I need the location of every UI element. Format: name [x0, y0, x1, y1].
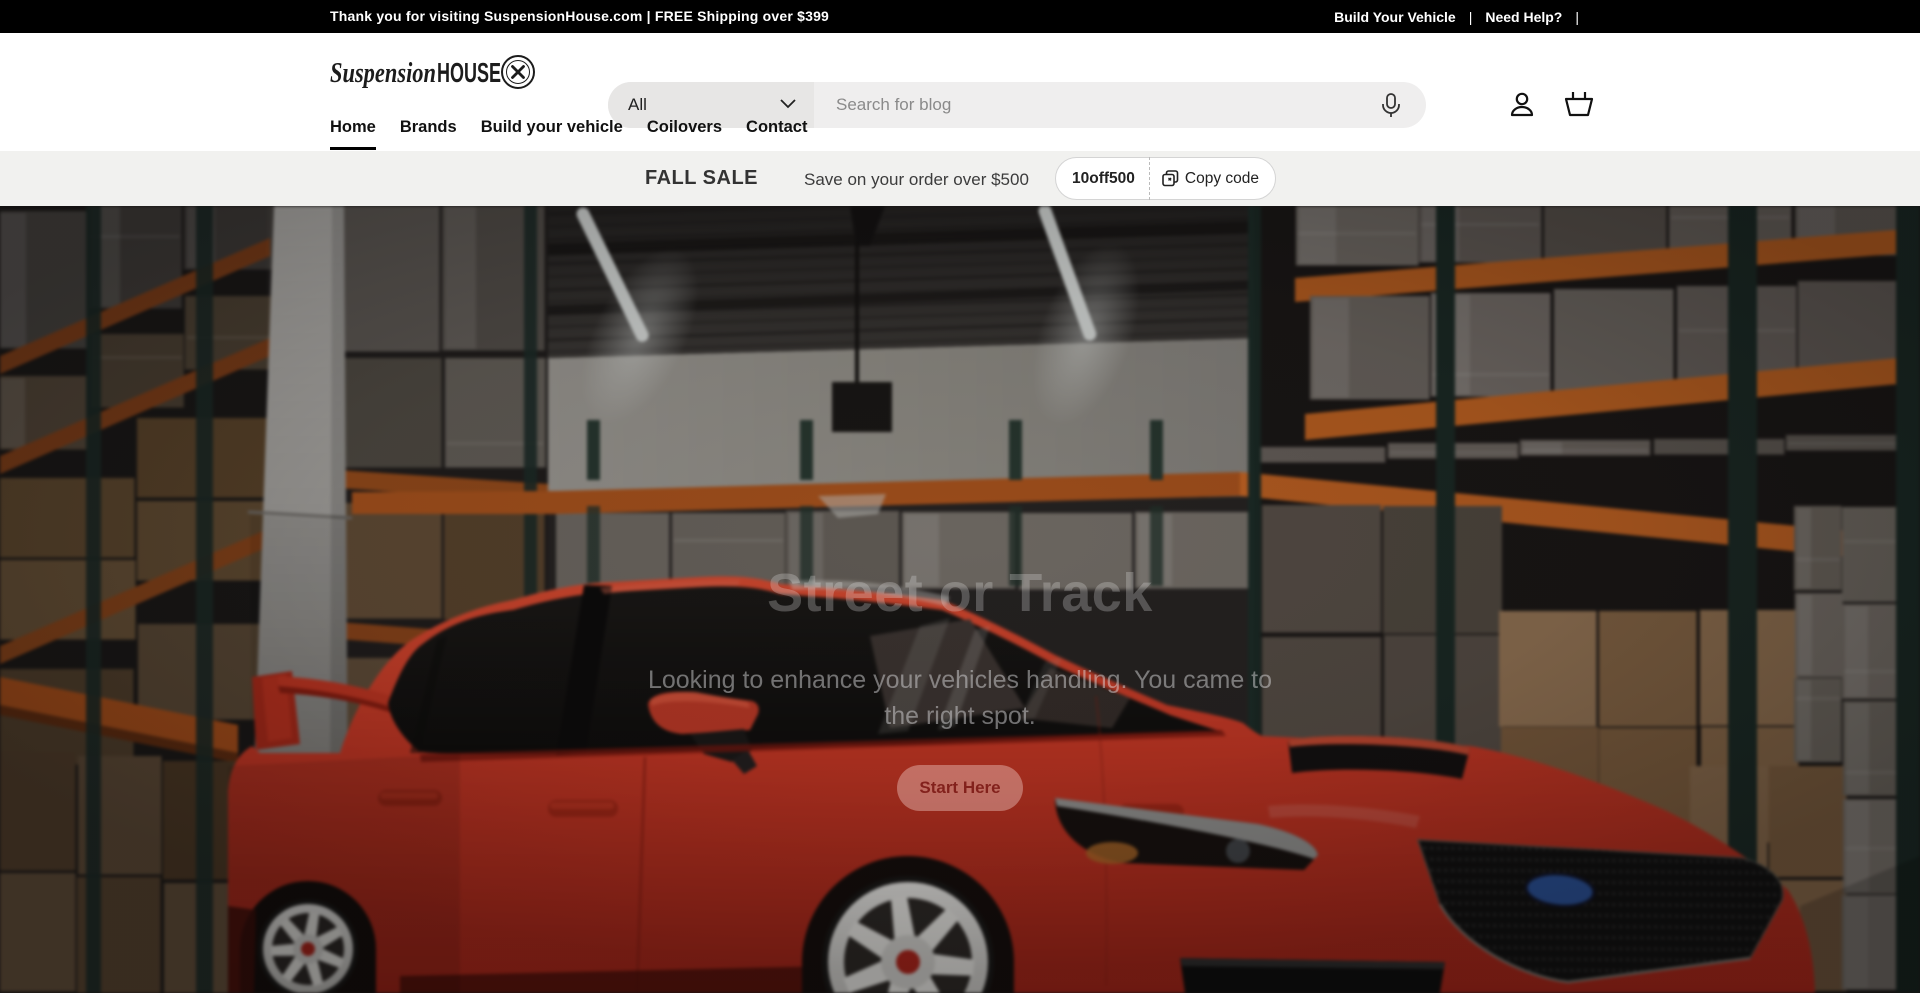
svg-text:HOUSE: HOUSE: [437, 57, 501, 88]
svg-text:Suspension: Suspension: [330, 58, 436, 89]
